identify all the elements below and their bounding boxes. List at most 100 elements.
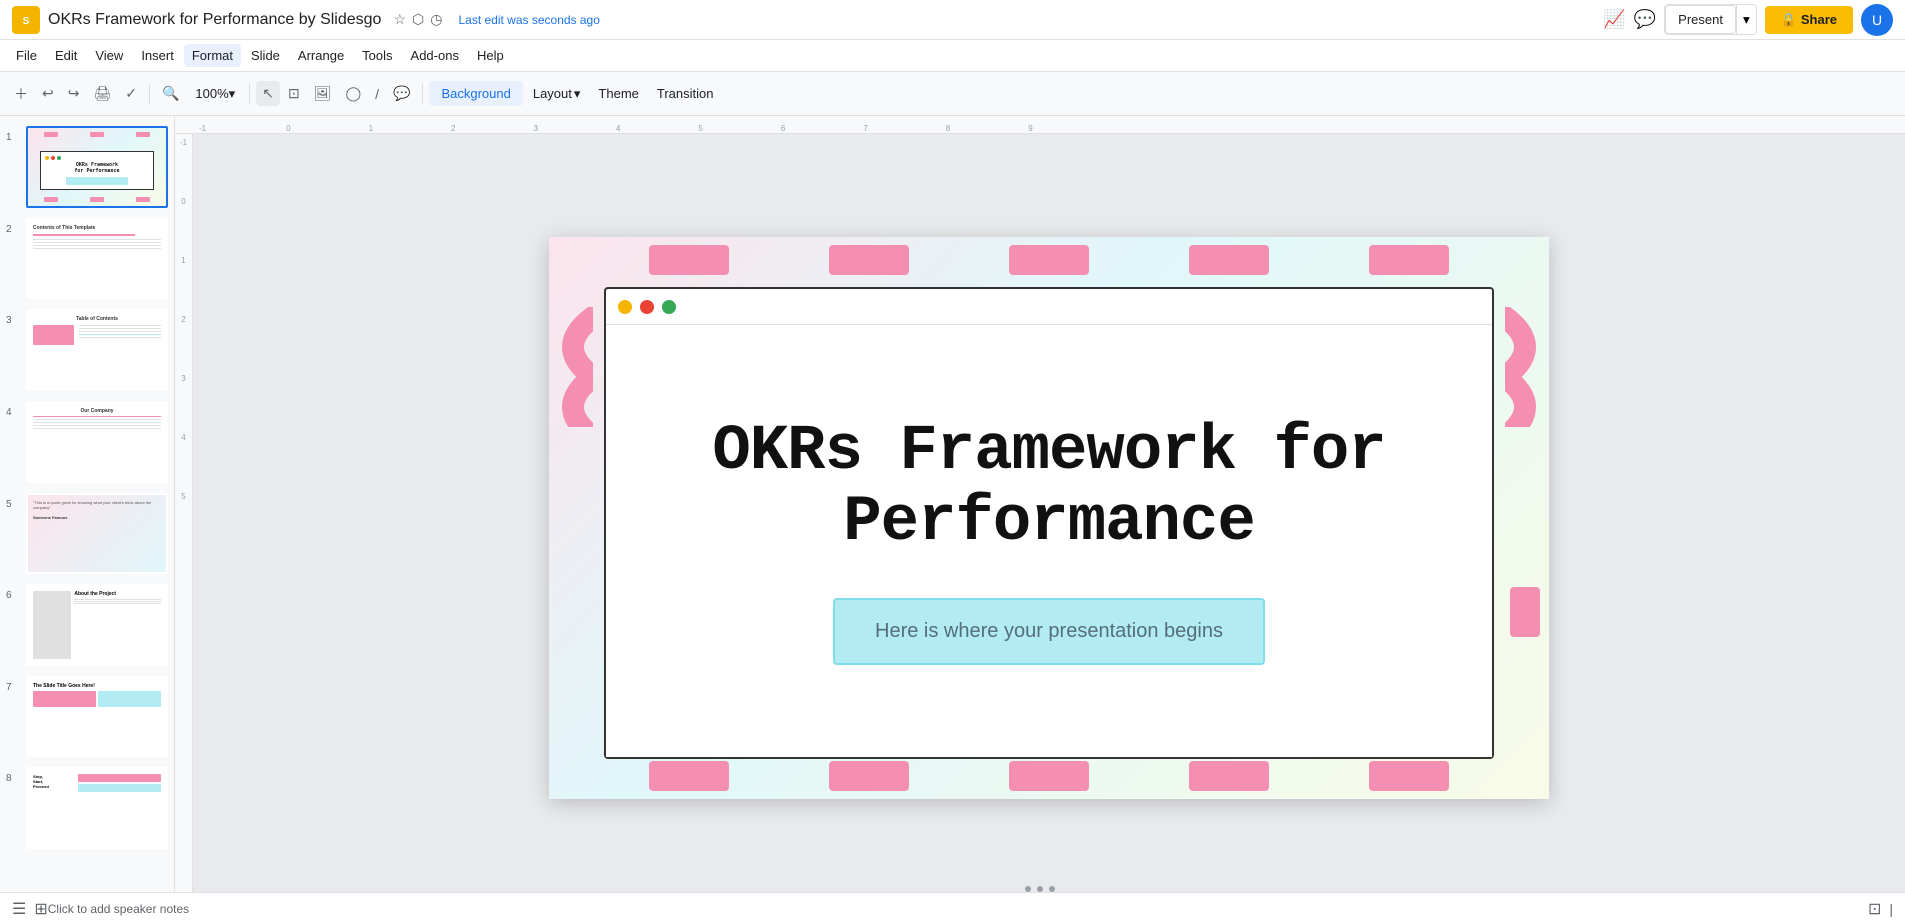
present-button[interactable]: Present — [1665, 5, 1736, 34]
zoom-level[interactable]: 100%▾ — [187, 82, 243, 106]
redo-button[interactable]: ↪ — [62, 81, 86, 106]
slide-thumb-6[interactable]: 6 About the Project — [4, 582, 170, 668]
menu-format[interactable]: Format — [184, 44, 241, 67]
menu-help[interactable]: Help — [469, 44, 512, 67]
slide-container: OKRs Framework for Performance Here is w… — [193, 158, 1905, 878]
menu-tools[interactable]: Tools — [354, 44, 400, 67]
main-slide[interactable]: OKRs Framework for Performance Here is w… — [549, 237, 1549, 799]
slide-thumb-3[interactable]: 3 Table of Contents — [4, 307, 170, 393]
layout-button[interactable]: Layout▾ — [525, 82, 589, 106]
slide-num-3: 3 — [6, 315, 20, 326]
subtitle-box[interactable]: Here is where your presentation begins — [833, 598, 1265, 665]
deco-block — [1369, 761, 1449, 791]
menu-slide[interactable]: Slide — [243, 44, 288, 67]
undo-button[interactable]: ↩ — [36, 81, 60, 106]
nav-dot[interactable] — [1049, 886, 1055, 892]
lock-icon: 🔒 — [1781, 12, 1797, 28]
comment-tool[interactable]: 💬 — [387, 81, 416, 106]
comments-icon[interactable]: 💬 — [1634, 9, 1656, 30]
menu-bar: File Edit View Insert Format Slide Arran… — [0, 40, 1905, 72]
theme-button[interactable]: Theme — [590, 82, 646, 105]
slide-thumb-5[interactable]: 5 "This is a quote great for showing wha… — [4, 491, 170, 577]
app-icon: S — [12, 6, 40, 34]
browser-content[interactable]: OKRs Framework for Performance Here is w… — [606, 325, 1492, 757]
menu-addons[interactable]: Add-ons — [403, 44, 467, 67]
deco-block — [1369, 245, 1449, 275]
menu-file[interactable]: File — [8, 44, 45, 67]
present-dropdown[interactable]: ▾ — [1736, 5, 1756, 34]
deco-block — [1009, 245, 1089, 275]
slide-preview-6[interactable]: About the Project — [26, 584, 168, 666]
canvas-area: -1 0 1 2 3 4 5 6 7 8 9 -1 0 1 2 3 4 — [175, 116, 1905, 892]
spellcheck-button[interactable]: ✓ — [119, 81, 143, 106]
line-tool[interactable]: / — [369, 82, 385, 106]
background-button[interactable]: Background — [429, 81, 522, 106]
history-icon[interactable]: ◷ — [430, 11, 442, 28]
ruler-horizontal: -1 0 1 2 3 4 5 6 7 8 9 — [175, 116, 1905, 134]
select-tool[interactable]: ↖ — [256, 81, 280, 106]
deco-block — [649, 245, 729, 275]
bottom-bar: ☰ ⊞ Click to add speaker notes ⊡ | — [0, 892, 1905, 924]
menu-arrange[interactable]: Arrange — [290, 44, 352, 67]
menu-view[interactable]: View — [87, 44, 131, 67]
drive-icon[interactable]: ⬡ — [412, 11, 424, 28]
transition-button[interactable]: Transition — [649, 82, 722, 105]
nav-dot[interactable] — [1025, 886, 1031, 892]
slide-num-5: 5 — [6, 499, 20, 510]
analytics-icon[interactable]: 📈 — [1603, 9, 1625, 30]
document-title: OKRs Framework for Performance by Slides… — [48, 11, 381, 29]
fit-to-window-icon[interactable]: ⊡ — [1868, 899, 1881, 919]
slide-num-4: 4 — [6, 407, 20, 418]
slide-thumb-1[interactable]: 1 — [4, 124, 170, 210]
slide-thumb-8[interactable]: 8 Stop,Start,Proceed — [4, 765, 170, 851]
speaker-notes-area[interactable]: Click to add speaker notes — [48, 902, 1868, 916]
slide-num-8: 8 — [6, 773, 20, 784]
user-avatar[interactable]: U — [1861, 4, 1893, 36]
slide-preview-1[interactable]: OKRs Frameworkfor Performance — [26, 126, 168, 208]
slide-thumb-7[interactable]: 7 The Slide Title Goes Here! — [4, 674, 170, 760]
print-button[interactable]: 🖨 — [87, 81, 117, 106]
image-tool[interactable]: 🖼 — [308, 81, 338, 106]
deco-top-blocks — [599, 245, 1499, 275]
slide-preview-2[interactable]: Contents of This Template — [26, 218, 168, 300]
slide-thumb-4[interactable]: 4 Our Company — [4, 399, 170, 485]
slide-preview-3[interactable]: Table of Contents — [26, 309, 168, 391]
grid-view-icon[interactable]: ⊞ — [34, 899, 47, 919]
slide-thumb-2[interactable]: 2 Contents of This Template — [4, 216, 170, 302]
star-icon[interactable]: ☆ — [393, 11, 406, 28]
deco-bottom-blocks — [599, 761, 1499, 791]
browser-dot-yellow — [618, 300, 632, 314]
slide-preview-8[interactable]: Stop,Start,Proceed — [26, 767, 168, 849]
subtitle-text: Here is where your presentation begins — [875, 620, 1223, 642]
menu-edit[interactable]: Edit — [47, 44, 85, 67]
svg-text:S: S — [23, 16, 30, 27]
text-box-tool[interactable]: ⊡ — [282, 81, 306, 106]
share-button[interactable]: 🔒 Share — [1765, 6, 1853, 34]
toolbar-sep-2 — [249, 84, 250, 104]
slide-num-7: 7 — [6, 682, 20, 693]
slide-preview-7[interactable]: The Slide Title Goes Here! — [26, 676, 168, 758]
nav-dot[interactable] — [1037, 886, 1043, 892]
bottom-left: ☰ ⊞ — [12, 899, 48, 919]
ruler-vertical: -1 0 1 2 3 4 5 — [175, 134, 193, 892]
browser-dot-red — [640, 300, 654, 314]
slide-list-icon[interactable]: ☰ — [12, 899, 26, 919]
last-edit-link[interactable]: Last edit was seconds ago — [458, 13, 599, 27]
toolbar-sep-1 — [149, 84, 150, 104]
deco-block — [1009, 761, 1089, 791]
slide-num-6: 6 — [6, 590, 20, 601]
deco-block — [829, 761, 909, 791]
zoom-out-button[interactable]: 🔍 — [156, 81, 185, 106]
slide-preview-4[interactable]: Our Company — [26, 401, 168, 483]
deco-left — [553, 287, 593, 749]
add-button[interactable]: ＋ — [8, 80, 34, 108]
toolbar-sep-3 — [422, 84, 423, 104]
shape-tool[interactable]: ◯ — [339, 81, 367, 106]
deco-block — [1189, 245, 1269, 275]
slide-preview-5[interactable]: "This is a quote great for showing what … — [26, 493, 168, 575]
slide-num-2: 2 — [6, 224, 20, 235]
browser-dot-green — [662, 300, 676, 314]
browser-chrome — [606, 289, 1492, 325]
top-right-controls: 📈 💬 Present ▾ 🔒 Share U — [1603, 4, 1893, 36]
menu-insert[interactable]: Insert — [133, 44, 182, 67]
